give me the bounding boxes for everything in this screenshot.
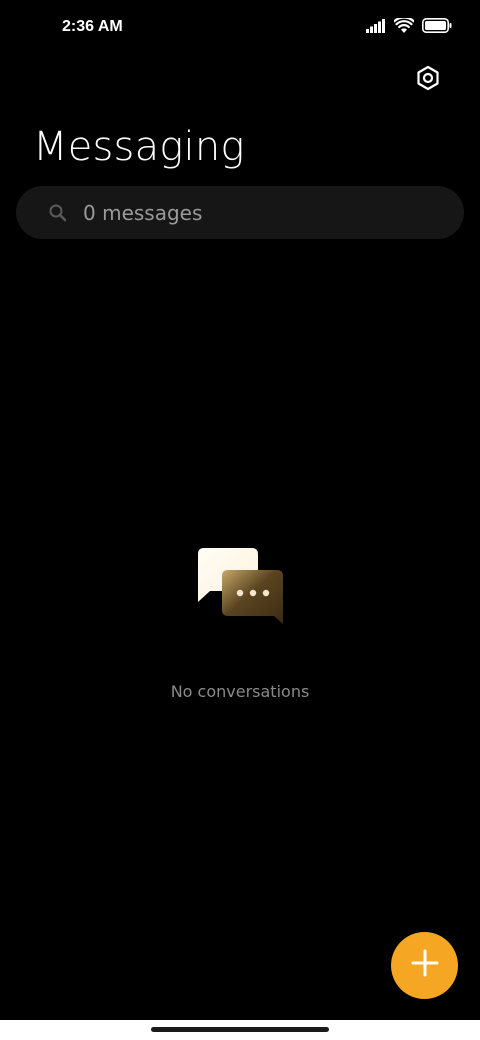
settings-button[interactable] (410, 62, 446, 98)
status-time: 2:36 AM (62, 18, 123, 35)
home-indicator[interactable] (151, 1027, 329, 1032)
battery-icon (422, 18, 452, 38)
page-title: Messaging (33, 124, 245, 170)
plus-icon (410, 948, 440, 983)
new-message-button[interactable] (391, 932, 458, 999)
gear-icon (415, 65, 441, 96)
signal-icon (366, 18, 386, 38)
status-bar: 2:36 AM (0, 0, 480, 56)
search-bar[interactable]: 0 messages (16, 186, 464, 239)
chat-bubbles-icon (194, 546, 286, 626)
status-icons (366, 15, 452, 40)
wifi-icon (393, 15, 415, 39)
messaging-screen: 2:36 AM Messaging 0 messages No conversa… (0, 0, 480, 1040)
search-placeholder: 0 messages (83, 201, 203, 225)
search-icon (47, 202, 69, 224)
empty-state-text: No conversations (170, 682, 310, 701)
